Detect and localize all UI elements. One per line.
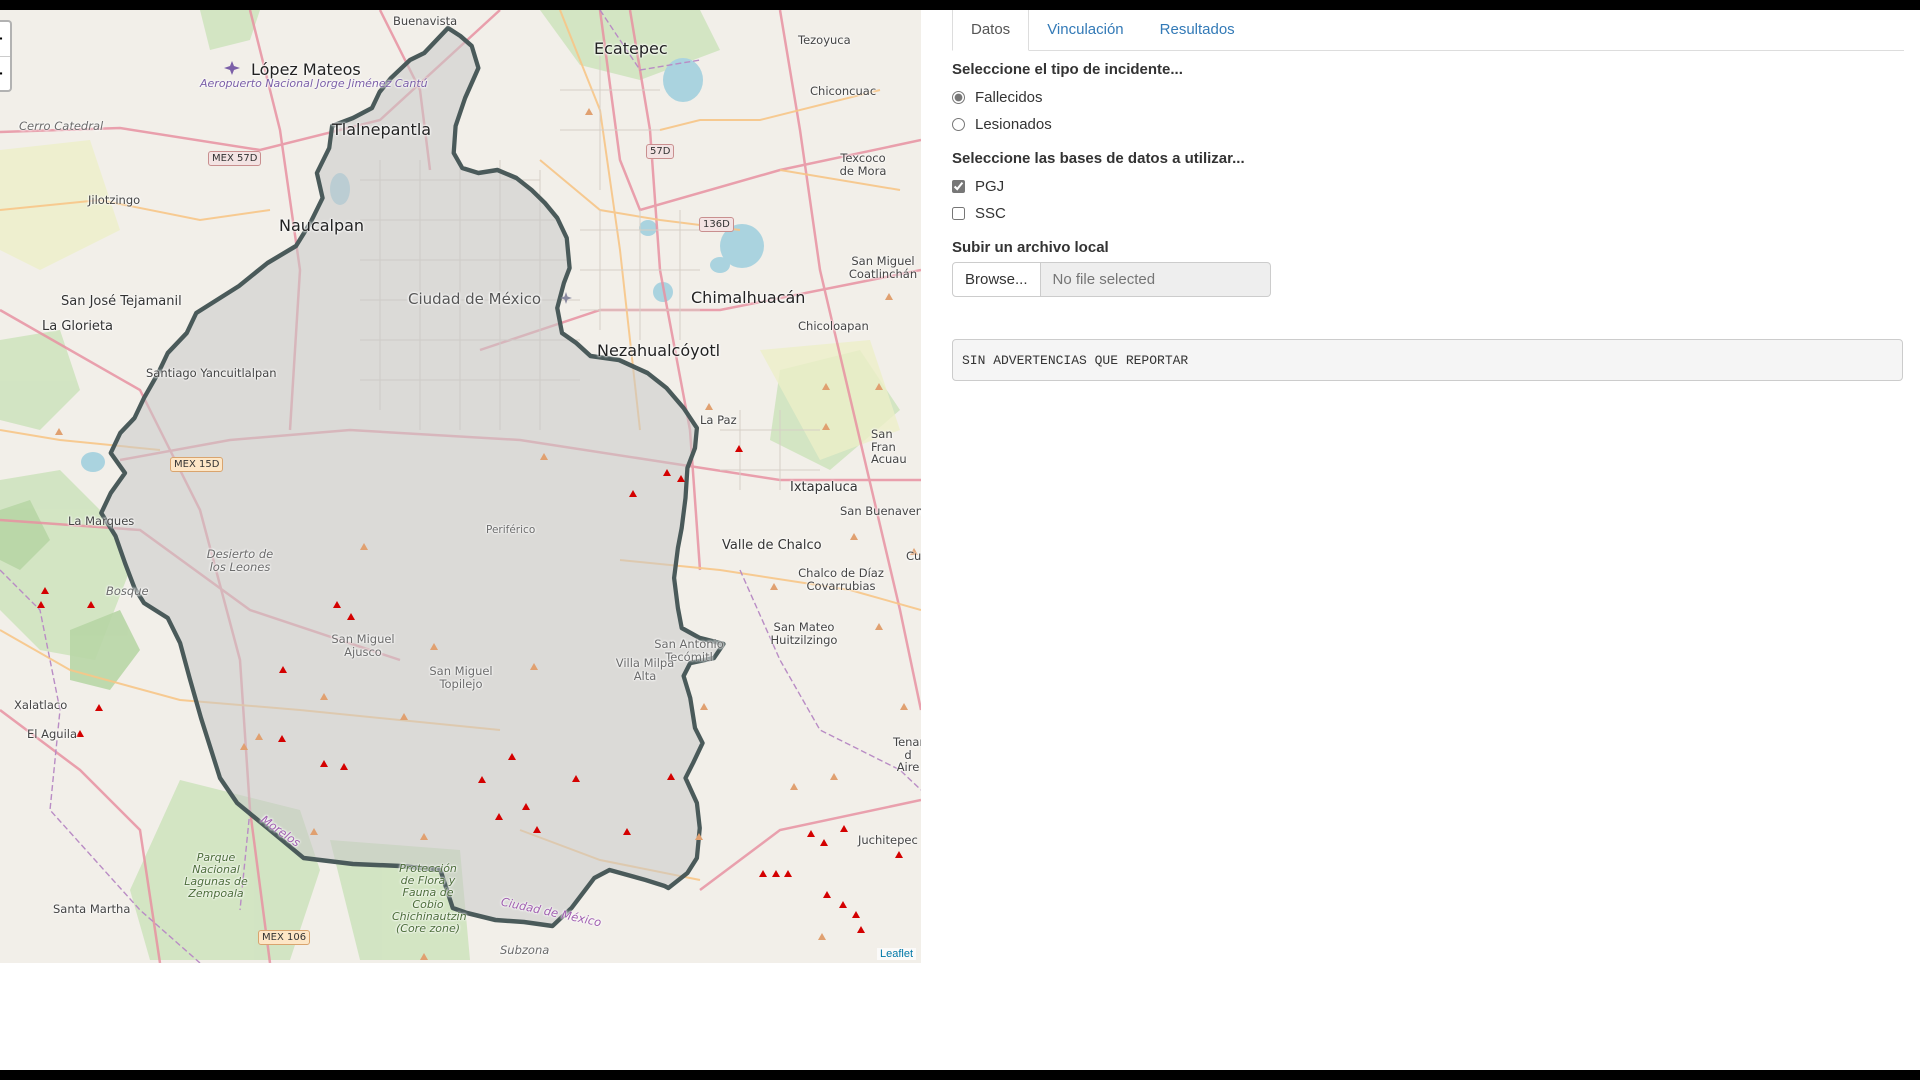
map-label-tezoyuca: Tezoyuca xyxy=(798,33,851,47)
map-label-cerro-catedral: Cerro Catedral xyxy=(19,119,104,133)
map-label-san-jose: San José Tejamanil xyxy=(61,294,182,309)
map-label-naucalpan: Naucalpan xyxy=(279,216,365,235)
map-label-san-buenaventura: San Buenaven xyxy=(840,504,921,518)
radio-fallecidos[interactable]: Fallecidos xyxy=(952,84,1904,111)
map-label-san-fran: San Fran Acuau xyxy=(871,427,907,467)
road-shield-57d: 57D xyxy=(646,144,675,159)
map-tiles xyxy=(0,10,921,963)
map-label-jilotzingo: Jilotzingo xyxy=(88,193,141,207)
map-label-parque: Parque Nacional Lagunas de Zempoala xyxy=(184,851,248,901)
browse-button[interactable]: Browse... xyxy=(952,262,1041,297)
road-shield-mex106: MEX 106 xyxy=(258,930,311,945)
map-label-ixtapaluca: Ixtapaluca xyxy=(790,480,858,495)
map-label-san-miguel-ajusco: San Miguel Ajusco xyxy=(331,632,395,659)
checkbox-pgj[interactable]: PGJ xyxy=(952,173,1904,200)
databases-label: Seleccione las bases de datos a utilizar… xyxy=(952,150,1245,167)
map-label-chalco: Chalco de Díaz Covarrubias xyxy=(798,566,884,593)
control-panel: Datos Vinculación Resultados Seleccione … xyxy=(952,10,1904,381)
upload-label: Subir un archivo local xyxy=(952,239,1109,256)
radio-fallecidos-input[interactable] xyxy=(952,91,965,104)
map-label-san-miguel-coatlinchan: San Miguel Coatlinchán xyxy=(848,254,918,281)
map-label-san-mateo: San Mateo Huitzilzingo xyxy=(770,620,838,647)
map-label-tenango: Tenango d Aire xyxy=(893,735,921,775)
map-label-ecatepec: Ecatepec xyxy=(594,39,668,58)
map-label-proteccion: Protección de Flora y Fauna de Cobio Chi… xyxy=(392,862,467,936)
map-label-la-glorieta: La Glorieta xyxy=(42,319,113,334)
map-label-chicoloapan: Chicoloapan xyxy=(798,319,869,333)
file-upload-group: Browse... xyxy=(952,262,1904,297)
map-label-chiconcuac: Chiconcuac xyxy=(810,84,877,98)
road-shield-mex15d: MEX 15D xyxy=(170,457,224,472)
checkbox-ssc-label: SSC xyxy=(975,205,1006,222)
tab-vinculacion[interactable]: Vinculación xyxy=(1029,10,1141,51)
checkbox-pgj-label: PGJ xyxy=(975,178,1005,195)
map-label-cdmx: Ciudad de México xyxy=(408,290,542,308)
map-label-buenavista: Buenavista xyxy=(393,14,458,28)
map-label-texcoco: Texcoco de Mora xyxy=(839,151,887,178)
map-label-nezahualcoyotl: Nezahualcóyotl xyxy=(597,341,721,360)
map-label-cu: Cu xyxy=(906,549,921,563)
page: Buenavista Ecatepec Tezoyuca López Mateo… xyxy=(0,10,1920,1070)
radio-lesionados-label: Lesionados xyxy=(975,116,1052,133)
map-label-la-marquesa: La Marques xyxy=(68,514,135,528)
map-label-desierto: Desierto de los Leones xyxy=(206,547,274,574)
map-label-bosque: Bosque xyxy=(106,584,149,598)
radio-lesionados-input[interactable] xyxy=(952,118,965,131)
checkbox-ssc-input[interactable] xyxy=(952,207,965,220)
map-label-aeropuerto: Aeropuerto Nacional Jorge Jiménez Cantú xyxy=(200,77,428,90)
road-shield-mex57d: MEX 57D xyxy=(208,151,262,166)
radio-fallecidos-label: Fallecidos xyxy=(975,89,1043,106)
map-label-tlalnepantla: Tlalnepantla xyxy=(332,120,432,139)
warnings-output: SIN ADVERTENCIAS QUE REPORTAR xyxy=(952,339,1903,381)
map-label-san-miguel-topilejo: San Miguel Topilejo xyxy=(429,664,493,691)
map-label-villa-milpa: Villa Milpa Alta xyxy=(615,656,675,683)
map-label-periferico: Periférico xyxy=(486,524,536,536)
map-label-lopez-mateos: López Mateos xyxy=(251,60,361,79)
map-label-subzona: Subzona xyxy=(500,943,550,957)
map-label-xalatlaco: Xalatlaco xyxy=(14,698,68,712)
zoom-control: + − xyxy=(0,20,12,92)
file-name-field[interactable] xyxy=(1040,262,1271,297)
map-label-santa-martha: Santa Martha xyxy=(53,902,131,916)
map-label-santiago: Santiago Yancuitlalpan xyxy=(146,366,277,380)
map-label-valle-chalco: Valle de Chalco xyxy=(722,538,822,553)
map-label-la-paz: La Paz xyxy=(700,413,737,427)
leaflet-attribution-link[interactable]: Leaflet xyxy=(876,948,916,960)
tab-datos[interactable]: Datos xyxy=(952,10,1030,51)
tab-resultados[interactable]: Resultados xyxy=(1142,10,1253,51)
incident-type-label: Seleccione el tipo de incidente... xyxy=(952,61,1183,78)
road-shield-136d: 136D xyxy=(699,217,734,232)
map-view[interactable]: Buenavista Ecatepec Tezoyuca López Mateo… xyxy=(0,10,921,963)
checkbox-ssc[interactable]: SSC xyxy=(952,200,1904,227)
tab-bar: Datos Vinculación Resultados xyxy=(952,10,1904,51)
radio-lesionados[interactable]: Lesionados xyxy=(952,111,1904,138)
zoom-out-button[interactable]: − xyxy=(0,56,10,91)
map-label-el-aguila: El Aguila xyxy=(27,727,78,741)
map-label-juchitepec: Juchitepec xyxy=(858,833,918,847)
map-label-chimalhuacan: Chimalhuacán xyxy=(691,288,806,307)
zoom-in-button[interactable]: + xyxy=(0,22,10,56)
checkbox-pgj-input[interactable] xyxy=(952,180,965,193)
